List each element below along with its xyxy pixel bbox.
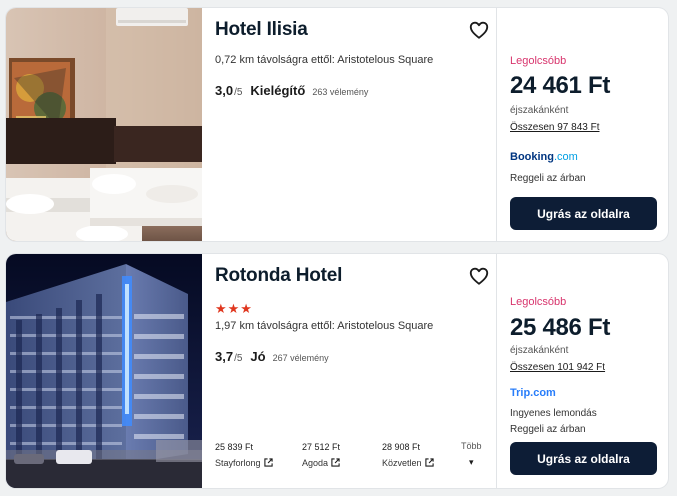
heart-icon[interactable] — [468, 19, 490, 41]
hotel-info: Hotel Ilisia 0,72 km távolságra ettől: A… — [202, 8, 496, 241]
offer-price: 27 512 Ft — [302, 442, 341, 452]
rating-score: 3,7 — [215, 349, 234, 364]
distance-text: 0,72 km távolságra ettől: Aristotelous S… — [215, 54, 434, 66]
offer-price: 25 839 Ft — [215, 442, 254, 452]
offer-price: 28 908 Ft — [382, 442, 421, 452]
rating-label: Jó — [250, 349, 266, 364]
offer-site: Agoda — [302, 458, 329, 468]
more-offers-button[interactable]: Több ▾ — [461, 441, 482, 468]
hotel-name[interactable]: Rotonda Hotel — [215, 265, 342, 287]
hotel-name[interactable]: Hotel Ilisia — [215, 19, 308, 41]
price-column: Legolcsóbb 24 461 Ft éjszakánként Összes… — [497, 8, 668, 241]
per-night-label: éjszakánként — [510, 345, 569, 356]
rating-score: 3,0 — [215, 83, 234, 98]
provider-name: Booking — [510, 151, 554, 163]
review-count[interactable]: 267 vélemény — [273, 353, 329, 363]
offer-agoda[interactable]: 27 512 Ft Agoda — [302, 442, 340, 471]
star-rating: ★★★ — [215, 301, 253, 316]
price: 25 486 Ft — [510, 314, 611, 341]
perk-breakfast: Reggeli az árban — [510, 173, 586, 184]
price: 24 461 Ft — [510, 72, 611, 99]
offer-site: Stayforlong — [215, 458, 261, 468]
total-price[interactable]: Összesen 97 843 Ft — [510, 122, 600, 133]
perk-breakfast: Reggeli az árban — [510, 424, 586, 435]
perk-free-cancellation: Ingyenes lemondás — [510, 408, 597, 419]
hotel-info: Rotonda Hotel ★★★ 1,97 km távolságra ett… — [202, 254, 496, 488]
rating-max: /5 — [234, 353, 243, 364]
more-label: Több — [461, 441, 482, 451]
external-link-icon — [331, 458, 340, 467]
provider-domain: .com — [554, 151, 578, 163]
offer-direct[interactable]: 28 908 Ft Közvetlen — [382, 442, 434, 471]
other-offers: 25 839 Ft Stayforlong 27 512 Ft Agoda 28… — [215, 441, 485, 482]
hotel-photo[interactable] — [6, 254, 202, 488]
external-link-icon — [263, 458, 273, 467]
offer-stayforlong[interactable]: 25 839 Ft Stayforlong — [215, 442, 273, 471]
distance-text: 1,97 km távolságra ettől: Aristotelous S… — [215, 320, 434, 332]
go-to-site-button[interactable]: Ugrás az oldalra — [510, 442, 657, 475]
review-count[interactable]: 263 vélemény — [312, 87, 368, 97]
hotel-card[interactable]: Rotonda Hotel ★★★ 1,97 km távolságra ett… — [6, 254, 668, 488]
cheapest-label: Legolcsóbb — [510, 55, 567, 67]
offer-site: Közvetlen — [382, 458, 422, 468]
rating-row: 3,0 /5 Kielégítő 263 vélemény — [215, 83, 368, 98]
price-column: Legolcsóbb 25 486 Ft éjszakánként Összes… — [497, 254, 668, 488]
hotel-photo[interactable] — [6, 8, 202, 241]
provider-logo-booking: Booking.com — [510, 151, 578, 163]
per-night-label: éjszakánként — [510, 105, 569, 116]
rating-max: /5 — [234, 87, 243, 98]
hotel-room-image — [6, 8, 202, 241]
external-link-icon — [424, 458, 434, 467]
total-price[interactable]: Összesen 101 942 Ft — [510, 362, 605, 373]
hotel-building-image — [6, 254, 202, 488]
chevron-down-icon: ▾ — [468, 457, 474, 467]
cheapest-label: Legolcsóbb — [510, 296, 567, 308]
go-to-site-button[interactable]: Ugrás az oldalra — [510, 197, 657, 230]
heart-icon[interactable] — [468, 265, 490, 287]
rating-label: Kielégítő — [250, 83, 306, 98]
provider-logo-trip: Trip.com — [510, 387, 556, 399]
rating-row: 3,7 /5 Jó 267 vélemény — [215, 349, 329, 364]
hotel-card[interactable]: Hotel Ilisia 0,72 km távolságra ettől: A… — [6, 8, 668, 241]
